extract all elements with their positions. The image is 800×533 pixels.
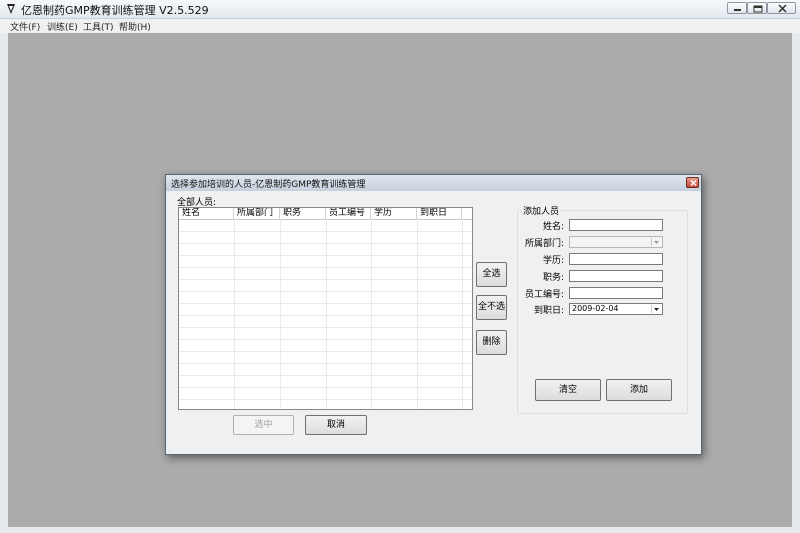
close-button[interactable] <box>767 2 796 14</box>
grid-line <box>462 219 463 409</box>
grid-line <box>417 219 418 409</box>
column-header-hire-date[interactable]: 到职日 <box>417 208 462 219</box>
menu-tools[interactable]: 工具(T) <box>83 20 114 33</box>
menu-help[interactable]: 帮助(H) <box>119 20 151 33</box>
cancel-button[interactable]: 取消 <box>305 415 367 435</box>
dialog-close-button[interactable] <box>686 177 699 188</box>
position-label: 职务: <box>543 273 565 283</box>
grid-line <box>280 219 281 409</box>
delete-button[interactable]: 删除 <box>476 330 507 355</box>
position-input[interactable] <box>569 270 663 282</box>
grid-line <box>179 387 472 388</box>
hire-date-value: 2009-02-04 <box>572 304 619 313</box>
minimize-icon <box>734 9 741 11</box>
deselect-all-button[interactable]: 全不选 <box>476 295 507 320</box>
window-frame-left <box>0 33 8 533</box>
grid-line <box>179 339 472 340</box>
menu-training[interactable]: 训练(E) <box>47 20 78 33</box>
dialog-title: 选择参加培训的人员-亿恩制药GMP教育训练管理 <box>171 180 366 190</box>
grid-line <box>179 231 472 232</box>
menu-bar: 文件(F) 训练(E) 工具(T) 帮助(H) <box>0 19 800 34</box>
employee-no-input[interactable] <box>569 287 663 299</box>
close-icon <box>690 179 697 187</box>
education-input[interactable] <box>569 253 663 265</box>
clear-button[interactable]: 清空 <box>535 379 601 401</box>
grid-line <box>179 303 472 304</box>
grid-line <box>179 363 472 364</box>
name-label: 姓名: <box>543 222 565 232</box>
grid-line <box>179 279 472 280</box>
grid-line <box>179 327 472 328</box>
column-header-department[interactable]: 所属部门 <box>234 208 280 219</box>
hire-date-label: 到职日: <box>534 306 565 316</box>
app-title: 亿恩制药GMP教育训练管理 V2.5.529 <box>21 4 209 17</box>
department-label: 所属部门: <box>525 239 565 249</box>
employee-no-label: 员工编号: <box>525 290 565 300</box>
grid-line <box>326 219 327 409</box>
grid-line <box>179 375 472 376</box>
close-icon <box>778 4 787 13</box>
department-select[interactable] <box>569 236 663 248</box>
grid-line <box>179 267 472 268</box>
main-title-bar: 亿恩制药GMP教育训练管理 V2.5.529 <box>0 0 800 19</box>
column-header-education[interactable]: 学历 <box>371 208 417 219</box>
name-input[interactable] <box>569 219 663 231</box>
grid-line <box>179 315 472 316</box>
column-header-position[interactable]: 职务 <box>280 208 326 219</box>
grid-line <box>179 243 472 244</box>
chevron-down-icon <box>651 305 659 313</box>
hire-date-picker[interactable]: 2009-02-04 <box>569 303 663 315</box>
select-trainees-dialog: 选择参加培训的人员-亿恩制药GMP教育训练管理 全部人员: 姓名 所属部门 职务… <box>165 174 702 455</box>
select-button[interactable]: 选中 <box>233 415 294 435</box>
grid-line <box>179 399 472 400</box>
chevron-down-icon <box>651 238 659 246</box>
select-all-button[interactable]: 全选 <box>476 262 507 287</box>
window-frame-right <box>792 33 800 533</box>
grid-line <box>234 219 235 409</box>
grid-line <box>179 351 472 352</box>
minimize-button[interactable] <box>727 2 747 14</box>
grid-line <box>371 219 372 409</box>
dialog-title-bar: 选择参加培训的人员-亿恩制药GMP教育训练管理 <box>166 175 701 191</box>
restore-icon <box>753 5 763 13</box>
column-header-employee-no[interactable]: 员工编号 <box>326 208 371 219</box>
education-label: 学历: <box>543 256 565 266</box>
column-header-name[interactable]: 姓名 <box>179 208 234 219</box>
add-button[interactable]: 添加 <box>606 379 672 401</box>
maximize-button[interactable] <box>747 2 767 14</box>
add-person-group: 添加人员 姓名: 所属部门: 学历: 职务: 员工编号: 到职日: 2009-0… <box>517 204 688 414</box>
personnel-list[interactable]: 姓名 所属部门 职务 员工编号 学历 到职日 <box>178 207 473 410</box>
grid-line <box>179 291 472 292</box>
dialog-body: 全部人员: 姓名 所属部门 职务 员工编号 学历 到职日 全选 全不选 删除 选… <box>170 191 697 450</box>
app-logo-icon <box>7 4 15 14</box>
window-frame-bottom <box>0 527 800 533</box>
menu-file[interactable]: 文件(F) <box>10 20 40 33</box>
grid-line <box>179 255 472 256</box>
add-person-caption: 添加人员 <box>522 204 561 217</box>
